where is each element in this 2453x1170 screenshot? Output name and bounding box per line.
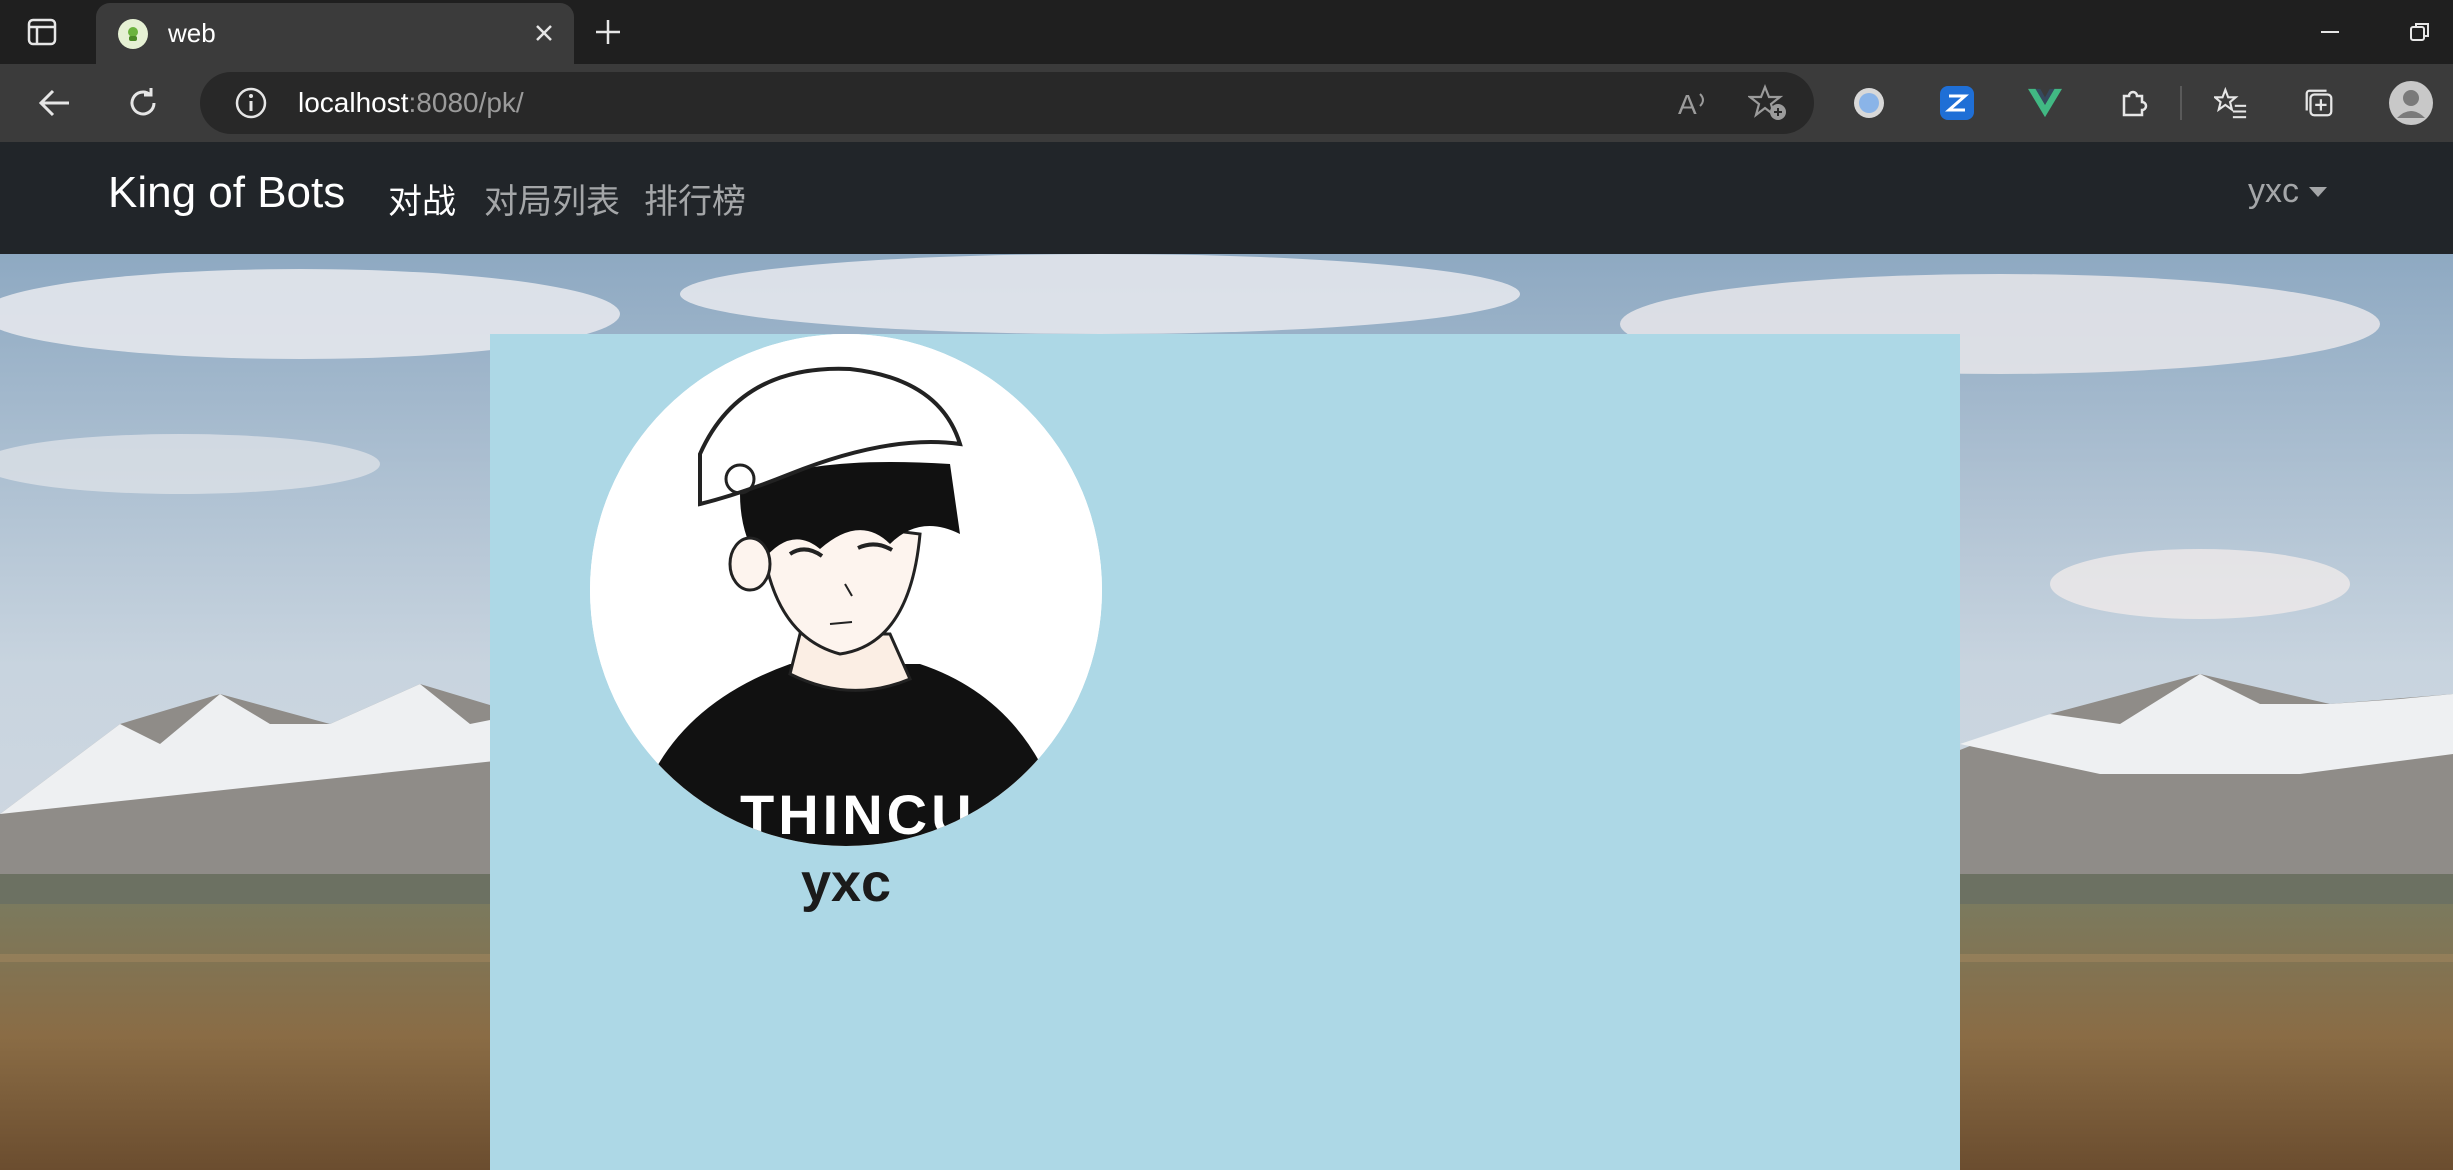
- address-bar[interactable]: localhost:8080/pk/ A: [200, 72, 1814, 134]
- reload-button[interactable]: [122, 82, 164, 124]
- url-path: :8080/pk/: [408, 87, 524, 118]
- nav-item-record-list[interactable]: 对局列表: [484, 174, 620, 223]
- minimize-button[interactable]: [2310, 16, 2350, 48]
- tab-title: web: [168, 18, 216, 48]
- collections-button[interactable]: [2302, 86, 2336, 120]
- tab-close-button[interactable]: [528, 17, 560, 49]
- nav-item-pk[interactable]: 对战: [388, 174, 456, 223]
- browser-toolbar: localhost:8080/pk/ A: [0, 64, 2453, 142]
- url-host: localhost: [298, 87, 409, 118]
- minimize-icon: [2321, 31, 2339, 33]
- back-icon: [38, 89, 69, 117]
- read-aloud-icon[interactable]: A: [1676, 86, 1712, 120]
- close-icon: [536, 25, 552, 41]
- svg-text:THINCU: THINCU: [740, 783, 976, 846]
- profile-icon: [2389, 81, 2433, 125]
- extension-circle-button[interactable]: [1852, 86, 1886, 120]
- collections-icon: [2305, 89, 2333, 117]
- back-button[interactable]: [34, 82, 76, 124]
- username-label: yxc: [800, 853, 892, 913]
- tab-actions-icon: [27, 18, 57, 46]
- brand-link[interactable]: King of Bots: [108, 168, 345, 218]
- user-dropdown-label: yxc: [2248, 172, 2299, 210]
- plus-icon: [596, 20, 620, 44]
- tab-actions-button[interactable]: [24, 16, 60, 48]
- restore-icon: [2410, 23, 2429, 41]
- extension-icon: [2028, 88, 2062, 118]
- favorites-button[interactable]: [2214, 86, 2248, 120]
- user-dropdown[interactable]: yxc: [2248, 172, 2327, 211]
- site-navbar: King of Bots 对战 对局列表 排行榜 yxc: [0, 142, 2453, 254]
- profile-button[interactable]: [2388, 80, 2434, 126]
- new-tab-button[interactable]: [590, 14, 626, 50]
- extensions-button[interactable]: [2116, 86, 2150, 120]
- url-text: localhost:8080/pk/: [298, 87, 524, 119]
- tab-strip: web: [0, 0, 2453, 64]
- favicon-icon: [118, 19, 148, 49]
- reload-icon: [130, 88, 156, 116]
- nav-item-ranklist[interactable]: 排行榜: [644, 174, 746, 223]
- chevron-down-icon: [2309, 186, 2327, 197]
- user-avatar: THINCU: [590, 334, 1102, 846]
- extension-vue-button[interactable]: [2028, 86, 2062, 120]
- extension-icon: [1945, 94, 1969, 112]
- toolbar-separator: [2180, 86, 2182, 120]
- player-card: THINCU yxc: [490, 334, 1960, 1170]
- svg-text:A: A: [1678, 89, 1697, 120]
- restore-button[interactable]: [2400, 16, 2440, 48]
- add-favorite-icon[interactable]: [1748, 84, 1788, 122]
- extension-z-button[interactable]: [1940, 86, 1974, 120]
- extension-icon: [2122, 90, 2148, 117]
- favorites-icon: [2214, 86, 2247, 119]
- browser-tab[interactable]: web: [96, 3, 574, 64]
- info-icon: [235, 87, 267, 119]
- extension-icon: [1854, 88, 1884, 118]
